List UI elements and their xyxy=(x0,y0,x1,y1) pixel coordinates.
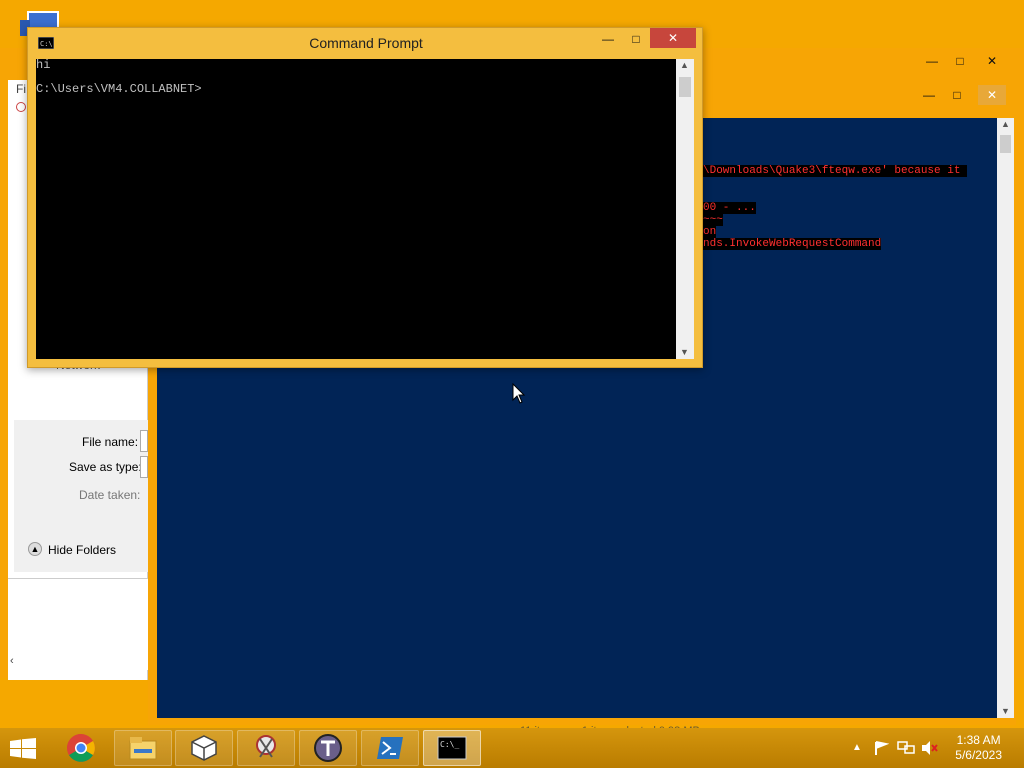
powershell-button[interactable] xyxy=(361,730,419,766)
minimize-button[interactable]: — xyxy=(594,29,622,49)
clock-date: 5/6/2023 xyxy=(955,748,1002,762)
close-button[interactable]: ✕ xyxy=(978,51,1006,71)
scroll-up-icon[interactable]: ▲ xyxy=(1001,119,1010,129)
error-line: ~~~ xyxy=(703,214,723,226)
scroll-up-icon[interactable]: ▲ xyxy=(680,60,689,70)
command-prompt-icon: C:\_ xyxy=(437,736,467,760)
console-output[interactable]: hi C:\Users\VM4.COLLABNET> xyxy=(36,59,676,359)
package-app-button[interactable] xyxy=(175,730,233,766)
svg-text:C:\_: C:\_ xyxy=(440,740,459,749)
minimize-button[interactable]: — xyxy=(915,85,943,105)
scroll-down-icon[interactable]: ▼ xyxy=(1001,706,1010,716)
action-center-flag-icon[interactable] xyxy=(873,740,890,756)
error-line: nds.InvokeWebRequestCommand xyxy=(703,238,882,250)
hide-folders-button[interactable]: Hide Folders xyxy=(48,543,116,557)
chrome-icon xyxy=(67,734,95,762)
title-bar[interactable]: C:\ Command Prompt — □ ✕ xyxy=(28,28,704,58)
tree-pane: ‹ xyxy=(8,578,148,670)
error-line: \Downloads\Quake3\fteqw.exe' because it xyxy=(703,165,968,177)
save-as-type-select[interactable] xyxy=(140,456,148,478)
console-prompt: C:\Users\VM4.COLLABNET> xyxy=(36,82,202,96)
date-taken-label: Date taken: xyxy=(79,488,141,502)
chevron-up-icon[interactable]: ▲ xyxy=(28,542,42,556)
maximize-button[interactable]: □ xyxy=(622,29,650,49)
powershell-scrollbar[interactable]: ▲ ▼ xyxy=(997,118,1014,718)
scroll-thumb[interactable] xyxy=(679,77,691,97)
console-line: hi xyxy=(36,58,51,72)
console-scrollbar[interactable]: ▲ ▼ xyxy=(676,59,694,359)
snipping-tool-icon xyxy=(256,735,276,758)
t-app-icon xyxy=(314,734,342,762)
no-entry-icon xyxy=(16,102,26,112)
maximize-button[interactable]: □ xyxy=(946,51,974,71)
scroll-left-icon[interactable]: ‹ xyxy=(10,655,14,667)
snipping-tool-button[interactable] xyxy=(237,730,295,766)
start-windows-icon[interactable] xyxy=(10,738,36,760)
close-button[interactable]: ✕ xyxy=(978,85,1006,105)
error-line: on xyxy=(703,226,717,238)
package-icon xyxy=(191,735,217,761)
taskbar: C:\_ ▲ 1:38 AM 5/6/2023 xyxy=(0,728,1024,768)
network-icon[interactable] xyxy=(897,740,915,756)
volume-muted-icon[interactable] xyxy=(921,740,939,756)
command-prompt-button[interactable]: C:\_ xyxy=(423,730,481,766)
file-explorer-button[interactable] xyxy=(114,730,172,766)
file-name-label: File name: xyxy=(82,435,139,449)
scroll-thumb[interactable] xyxy=(1000,135,1011,153)
show-hidden-icons-icon[interactable]: ▲ xyxy=(852,742,862,753)
save-dialog-fields: File name: Save as type: Date taken: ▲ H… xyxy=(14,420,148,572)
mouse-cursor-icon xyxy=(512,383,526,404)
menu-tab-fragment[interactable]: Fi xyxy=(16,82,26,96)
powershell-icon xyxy=(377,737,403,759)
scroll-down-icon[interactable]: ▼ xyxy=(680,347,689,357)
close-button[interactable]: ✕ xyxy=(650,28,696,48)
file-explorer-icon xyxy=(129,737,157,760)
file-name-input[interactable] xyxy=(140,430,148,452)
clock-time: 1:38 AM xyxy=(956,733,1001,747)
clock[interactable]: 1:38 AM 5/6/2023 xyxy=(955,733,1002,763)
maximize-button[interactable]: □ xyxy=(943,85,971,105)
save-as-type-label: Save as type: xyxy=(69,460,142,474)
chrome-button[interactable] xyxy=(52,730,110,766)
error-line: 00 - ... xyxy=(703,202,756,214)
command-prompt-window[interactable]: C:\ Command Prompt — □ ✕ hi C:\Users\VM4… xyxy=(27,27,703,368)
minimize-button[interactable]: — xyxy=(918,51,946,71)
t-app-button[interactable] xyxy=(299,730,357,766)
